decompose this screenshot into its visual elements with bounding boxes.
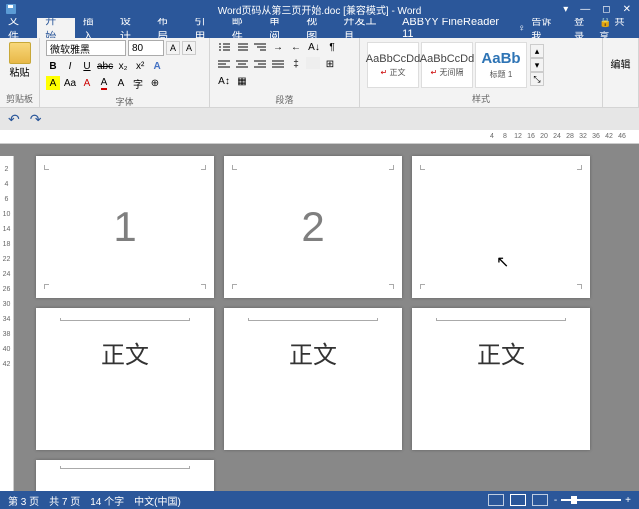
page-thumbnail-6[interactable]: 正文 [412,308,590,450]
vertical-ruler[interactable]: 2461014182224263034384042 [0,156,14,491]
header-line [60,320,190,321]
justify-button[interactable] [270,57,286,71]
header-line [60,468,190,469]
window-title: Word页码从第三页开始.doc [兼容模式] - Word [218,2,422,17]
tab-10[interactable]: ABBYY FineReader 11 [394,18,518,38]
change-case-button[interactable]: Aa [63,76,77,90]
horizontal-ruler[interactable]: 48121620242832364246 [0,130,639,144]
page-thumbnail-2[interactable]: 2 [224,156,402,298]
cursor-icon: ↖ [496,252,509,272]
tab-1[interactable]: 开始 [37,18,74,38]
font-name-selector[interactable]: 微软雅黑 [46,40,126,56]
superscript-button[interactable]: x² [133,59,147,73]
tab-0[interactable]: 文件 [0,18,37,38]
undo-button[interactable]: ↶ [8,111,20,128]
paste-button[interactable]: 粘贴 [6,40,33,81]
minimize-button[interactable]: ― [580,4,590,15]
styles-expand-button[interactable]: ⤡ [530,72,544,86]
clear-format-button[interactable]: A [80,76,94,90]
ribbon-options-icon[interactable]: ▾ [563,4,568,15]
zoom-slider[interactable] [561,499,621,501]
show-marks-button[interactable]: ¶ [324,40,340,54]
zoom-in-button[interactable]: + [625,495,631,506]
page-thumbnail-4[interactable]: 正文 [36,308,214,450]
tab-5[interactable]: 引用 [186,18,223,38]
page-thumbnail-1[interactable]: 1 [36,156,214,298]
snap-button[interactable]: ▦ [234,74,250,88]
tab-4[interactable]: 布局 [149,18,186,38]
font-size-selector[interactable]: 80 [128,40,164,56]
page-thumbnail-5[interactable]: 正文 [224,308,402,450]
page-thumbnail-3[interactable]: ↖ [412,156,590,298]
print-layout-button[interactable] [510,494,526,506]
highlight-button[interactable]: A [46,76,60,90]
decrease-indent-button[interactable]: ← [288,40,304,54]
tab-6[interactable]: 邮件 [224,18,261,38]
align-right-button[interactable] [252,57,268,71]
font-group-label: 字体 [46,93,203,108]
bold-button[interactable]: B [46,59,60,73]
borders-button[interactable]: ⊞ [322,57,338,71]
tab-3[interactable]: 设计 [112,18,149,38]
tell-me-icon: ♀ [518,23,526,34]
redo-button[interactable]: ↷ [30,111,42,128]
multilevel-button[interactable] [252,40,268,54]
styles-up-button[interactable]: ▴ [530,44,544,58]
underline-button[interactable]: U [80,59,94,73]
paragraph-group-label: 段落 [216,91,353,106]
text-direction-button[interactable]: A↕ [216,74,232,88]
grow-font-button[interactable]: A [166,41,180,55]
strike-button[interactable]: abc [97,59,113,73]
edit-button[interactable]: 编辑 [609,40,632,71]
status-lang[interactable]: 中文(中国) [134,493,181,508]
page-thumbnail-7[interactable] [36,460,214,491]
styles-group-label: 样式 [366,90,596,105]
status-words[interactable]: 14 个字 [90,493,124,508]
maximize-button[interactable]: ◻ [602,4,610,15]
italic-button[interactable]: I [63,59,77,73]
web-layout-button[interactable] [532,494,548,506]
read-mode-button[interactable] [488,494,504,506]
zoom-out-button[interactable]: - [554,495,557,506]
close-button[interactable]: ✕ [623,4,631,15]
clipboard-group-label: 剪贴板 [6,90,33,105]
header-line [248,320,378,321]
bullets-button[interactable] [216,40,232,54]
tab-7[interactable]: 审阅 [261,18,298,38]
sort-button[interactable]: A↓ [306,40,322,54]
numbering-button[interactable] [234,40,250,54]
save-icon[interactable] [6,4,16,14]
char-border-button[interactable]: A [114,76,128,90]
styles-down-button[interactable]: ▾ [530,58,544,72]
shading-button[interactable] [306,57,320,69]
align-center-button[interactable] [234,57,250,71]
style-normal[interactable]: AaBbCcDd↵ 正文 [367,42,419,88]
text-effect-button[interactable]: A [150,59,164,73]
style-nospacing[interactable]: AaBbCcDd↵ 无间隔 [421,42,473,88]
line-spacing-button[interactable]: ‡ [288,57,304,71]
shrink-font-button[interactable]: A [182,41,196,55]
enclose-button[interactable]: ⊕ [148,76,162,90]
increase-indent-button[interactable]: → [270,40,286,54]
tab-9[interactable]: 开发工具 [336,18,395,38]
phonetic-button[interactable]: 字 [131,76,145,90]
paste-icon [9,42,31,64]
status-total: 共 7 页 [49,493,80,508]
subscript-button[interactable]: x₂ [116,59,130,73]
font-color-button[interactable]: A [97,76,111,90]
tab-8[interactable]: 视图 [298,18,335,38]
tab-2[interactable]: 插入 [75,18,112,38]
status-page[interactable]: 第 3 页 [8,493,39,508]
style-heading1[interactable]: AaBb标题 1 [475,42,527,88]
align-left-button[interactable] [216,57,232,71]
header-line [436,320,566,321]
